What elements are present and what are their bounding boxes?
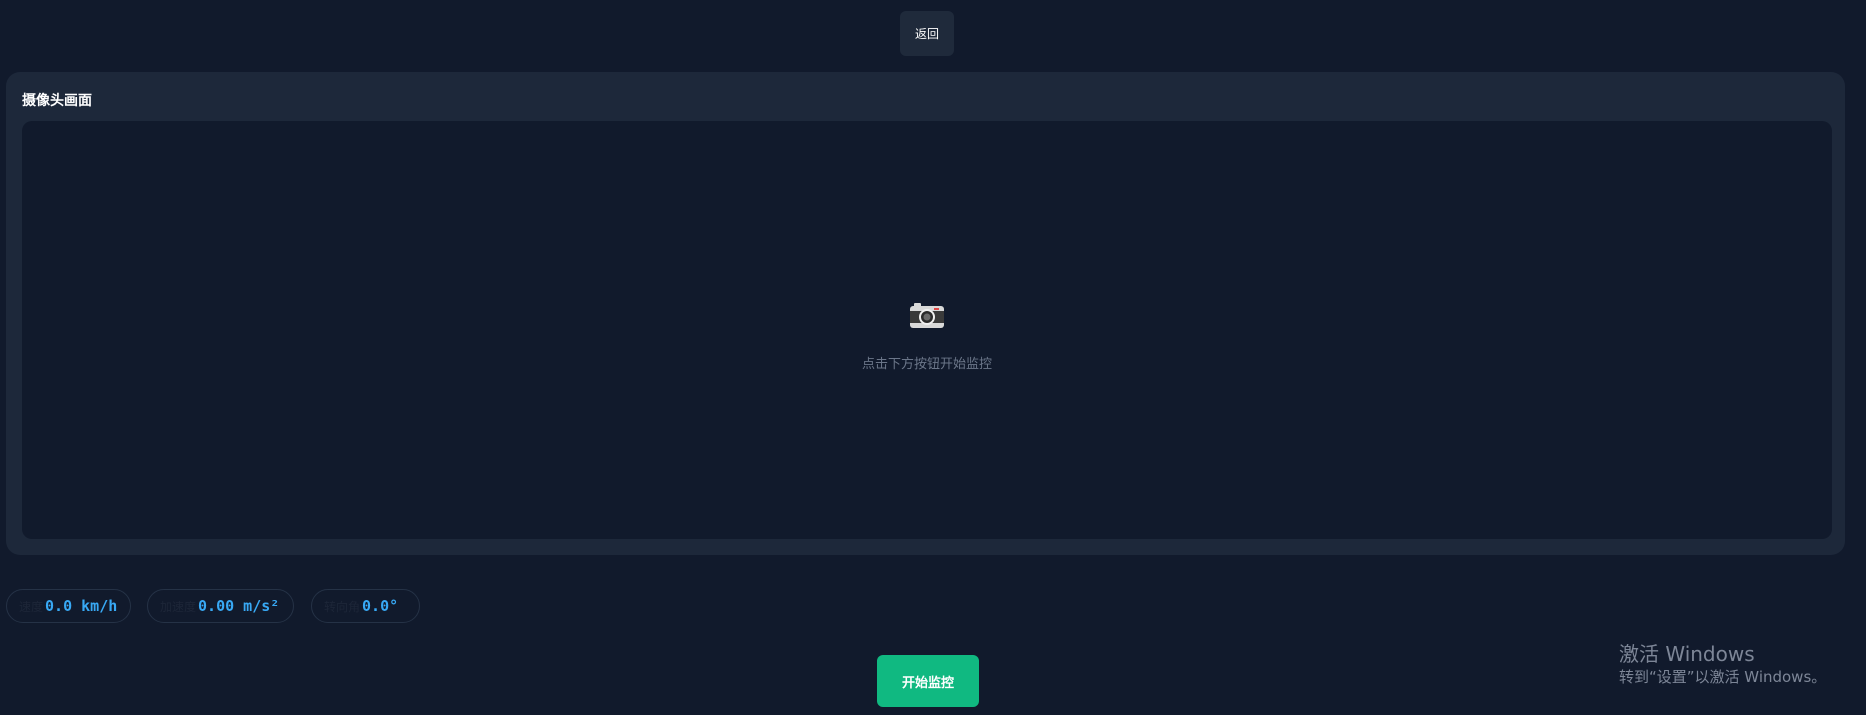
acceleration-readout: 加速度 0.00 m/s² [147,589,294,623]
acceleration-label: 加速度 [160,599,197,614]
speed-label: 速度 [19,599,44,614]
placeholder-text: 点击下方按钮开始监控 [861,357,992,372]
speed-readout: 速度 0.0 km/h [6,589,131,623]
start-monitoring-button[interactable]: 开始监控 [877,655,979,707]
steering-readout: 转向角 0.0° [311,589,420,623]
steering-value: 0.0° [362,597,399,615]
camera-icon [910,303,944,328]
steering-label: 转向角 [324,599,361,614]
camera-panel: 摄像头画面 点击下方按钮开始监控 [6,72,1845,555]
windows-activation-watermark: 激活 Windows 转到“设置”以激活 Windows。 [1619,641,1826,687]
acceleration-value: 0.00 m/s² [198,597,280,615]
video-feed-area: 点击下方按钮开始监控 [22,121,1832,539]
watermark-subtitle: 转到“设置”以激活 Windows。 [1619,668,1827,686]
back-button[interactable]: 返回 [900,11,954,56]
speed-value: 0.0 km/h [45,597,118,615]
panel-title: 摄像头画面 [22,93,92,109]
watermark-title: 激活 Windows [1619,642,1755,666]
